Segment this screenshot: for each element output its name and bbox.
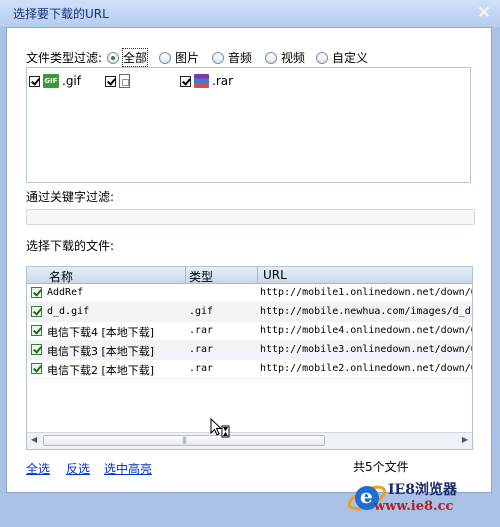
row-name: d_d.gif	[47, 306, 90, 317]
keyword-label: 通过关键字过滤:	[26, 190, 115, 204]
highlight-selected-link[interactable]: 选中高亮	[104, 460, 152, 477]
watermark-letter: e	[360, 484, 373, 508]
row-type: .rar	[189, 325, 214, 336]
generic-file-icon	[119, 74, 130, 88]
table-row[interactable]: AddRef http://mobile1.onlinedown.net/dow…	[27, 284, 472, 303]
row-url: http://mobile1.onlinedown.net/down/QQ2	[260, 287, 473, 298]
radio-all-circle[interactable]	[107, 51, 119, 64]
radio-custom-label: 自定义	[332, 51, 369, 65]
watermark-url: www.ie8.cc	[374, 499, 454, 514]
file-type-generic[interactable]	[105, 74, 133, 88]
file-type-rar[interactable]: .rar	[180, 74, 233, 88]
scroll-left-arrow-icon[interactable]: ◀	[31, 435, 37, 444]
radio-all-label: 全部	[121, 48, 149, 67]
row-type: .rar	[189, 363, 214, 374]
row-name: 电信下载3 [本地下载]	[47, 345, 155, 358]
watermark-logo: e IE8浏览器 www.ie8.cc	[346, 472, 496, 522]
table-row[interactable]: 电信下载4 [本地下载] .rar http://mobile4.onlined…	[27, 322, 472, 341]
window-title: 选择要下载的URL	[13, 7, 109, 21]
row-url: http://mobile.newhua.com/images/d_d.gi	[260, 306, 473, 317]
busy-cursor-icon	[210, 418, 230, 438]
row-checkbox[interactable]	[31, 344, 42, 355]
invert-selection-link[interactable]: 反选	[66, 460, 90, 477]
row-name: 电信下载4 [本地下载]	[47, 326, 155, 339]
horizontal-scrollbar[interactable]: ◀ ||| ▶	[27, 432, 472, 449]
table-row[interactable]: 电信下载3 [本地下载] .rar http://mobile3.onlined…	[27, 341, 472, 360]
radio-images-circle[interactable]	[159, 51, 171, 64]
filter-label: 文件类型过滤:	[26, 51, 103, 65]
table-header: 名称 类型 URL	[27, 267, 472, 284]
radio-audio-label: 音频	[228, 51, 253, 65]
radio-video-label: 视频	[281, 51, 306, 65]
file-table: 名称 类型 URL AddRef http://mobile1.onlinedo…	[26, 266, 473, 450]
scroll-right-arrow-icon[interactable]: ▶	[462, 435, 468, 444]
row-name: 电信下载2 [本地下载]	[47, 364, 155, 377]
keyword-input[interactable]	[26, 209, 475, 225]
column-divider[interactable]	[185, 267, 186, 283]
row-type: .gif	[189, 306, 214, 317]
radio-custom[interactable]: 自定义	[316, 49, 368, 66]
radio-all[interactable]: 全部	[107, 48, 149, 67]
row-url: http://mobile4.onlinedown.net/down/QQ2	[260, 325, 473, 336]
radio-audio[interactable]: 音频	[212, 49, 252, 66]
radio-audio-circle[interactable]	[212, 51, 224, 64]
watermark-brand: IE8浏览器	[388, 482, 457, 498]
row-checkbox[interactable]	[31, 287, 42, 298]
column-name[interactable]: 名称	[49, 268, 73, 285]
row-name: AddRef	[47, 287, 84, 298]
row-url: http://mobile3.onlinedown.net/down/QQ2	[260, 344, 473, 355]
row-checkbox[interactable]	[31, 363, 42, 374]
file-type-gif-checkbox[interactable]	[29, 75, 40, 87]
radio-video-circle[interactable]	[265, 51, 277, 64]
column-url[interactable]: URL	[263, 268, 287, 282]
scroll-grip-icon: |||	[182, 436, 187, 444]
select-all-link[interactable]: 全选	[26, 460, 50, 477]
radio-images[interactable]: 图片	[159, 49, 199, 66]
files-label: 选择下载的文件:	[26, 239, 115, 253]
close-button[interactable]: ✕	[474, 4, 494, 22]
dialog-body: 文件类型过滤: 全部 图片 音频 视频 自定义 GIF .gif .rar 通过…	[6, 27, 492, 493]
column-divider[interactable]	[257, 267, 258, 283]
radio-video[interactable]: 视频	[265, 49, 305, 66]
row-url: http://mobile2.onlinedown.net/down/QQ2	[260, 363, 473, 374]
file-type-gif[interactable]: GIF .gif	[29, 74, 81, 88]
file-type-generic-checkbox[interactable]	[105, 75, 116, 87]
table-row[interactable]: 电信下载2 [本地下载] .rar http://mobile2.onlined…	[27, 360, 472, 379]
scrollbar-thumb[interactable]: |||	[43, 435, 325, 446]
radio-images-label: 图片	[175, 51, 200, 65]
rar-archive-icon	[194, 74, 209, 88]
title-bar: 选择要下载的URL ✕	[0, 0, 500, 27]
file-type-rar-checkbox[interactable]	[180, 75, 191, 87]
radio-custom-circle[interactable]	[316, 51, 328, 64]
column-type[interactable]: 类型	[189, 268, 213, 285]
row-checkbox[interactable]	[31, 325, 42, 336]
file-type-list: GIF .gif .rar	[26, 67, 471, 183]
gif-file-icon: GIF	[43, 74, 59, 88]
row-type: .rar	[189, 344, 214, 355]
file-type-gif-label: .gif	[62, 74, 81, 88]
table-row[interactable]: d_d.gif .gif http://mobile.newhua.com/im…	[27, 303, 472, 322]
file-type-rar-label: .rar	[212, 74, 234, 88]
row-checkbox[interactable]	[31, 306, 42, 317]
